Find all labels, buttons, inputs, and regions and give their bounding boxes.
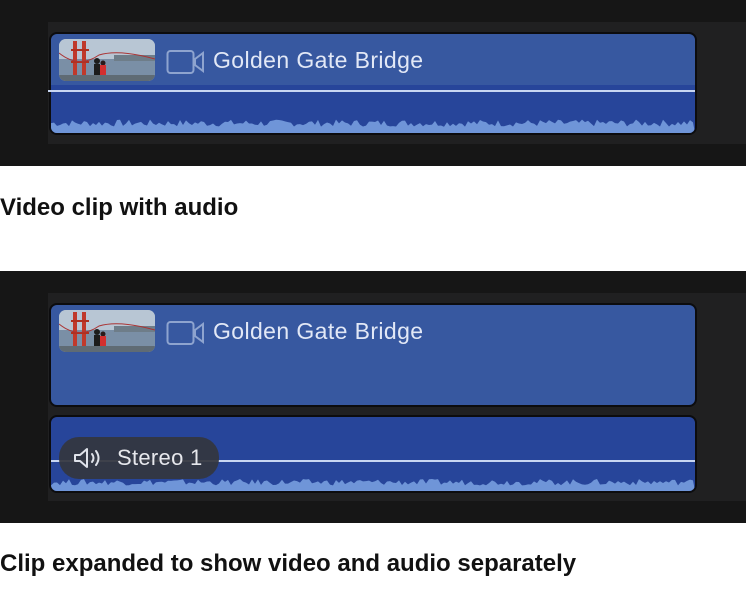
caption-2: Clip expanded to show video and audio se… [0, 550, 577, 577]
speaker-icon [74, 448, 100, 468]
audio-waveform [51, 119, 695, 133]
clip-title: Golden Gate Bridge [213, 47, 424, 73]
clip-title: Golden Gate Bridge [213, 318, 424, 344]
caption-1: Video clip with audio [0, 194, 239, 221]
clip-thumbnail [59, 39, 155, 81]
audio-role-label[interactable]: Stereo 1 [59, 437, 219, 479]
volume-line-extension [48, 90, 52, 92]
video-camera-icon [166, 50, 204, 74]
timeline-panel-1: Golden Gate Bridge [0, 0, 746, 166]
timeline-panel-2: Golden Gate Bridge Stereo 1 [0, 271, 746, 523]
audio-role-name: Stereo 1 [117, 445, 203, 470]
clip-thumbnail [59, 310, 155, 352]
video-component[interactable]: Golden Gate Bridge [49, 303, 697, 407]
video-clip[interactable]: Golden Gate Bridge [49, 32, 697, 135]
video-camera-icon [166, 321, 204, 345]
volume-line[interactable] [51, 90, 695, 92]
